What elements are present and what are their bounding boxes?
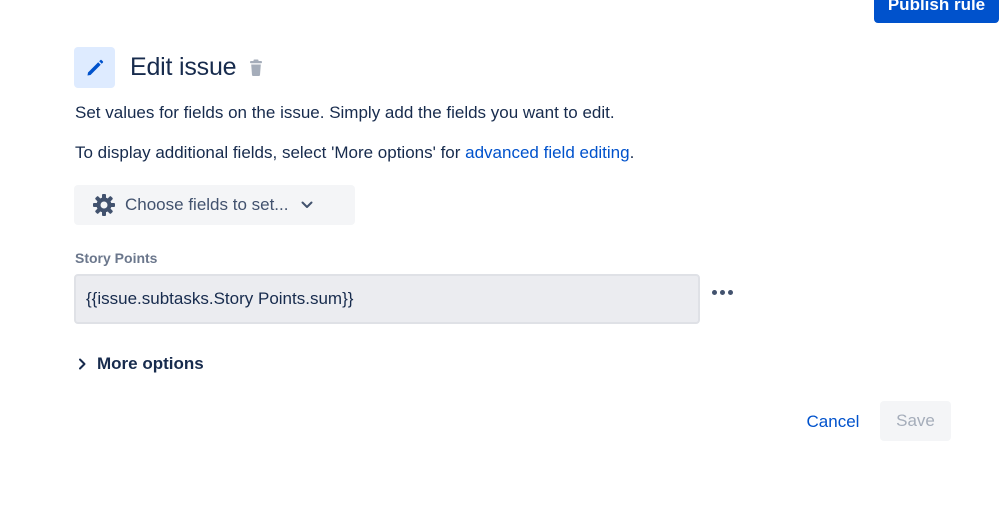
pencil-icon (87, 59, 103, 75)
advanced-hint-prefix: To display additional fields, select 'Mo… (75, 143, 466, 162)
choose-fields-button[interactable]: Choose fields to set... (74, 185, 355, 225)
chevron-down-icon (301, 201, 313, 209)
action-header: Edit issue (74, 47, 264, 88)
publish-rule-button[interactable]: Publish rule (874, 0, 999, 23)
action-description: Set values for fields on the issue. Simp… (75, 103, 615, 122)
action-icon-tile (74, 47, 115, 88)
dot (712, 290, 717, 295)
more-options-toggle[interactable]: More options (77, 354, 204, 374)
advanced-hint-suffix: . (629, 143, 635, 162)
dot (728, 290, 733, 295)
story-points-input[interactable] (74, 274, 700, 324)
chevron-right-icon (79, 358, 86, 370)
cancel-button[interactable]: Cancel (795, 402, 871, 442)
dot (720, 290, 725, 295)
save-button[interactable]: Save (880, 401, 951, 441)
more-options-label: More options (97, 354, 204, 373)
advanced-field-editing-link[interactable]: advanced field editing (465, 143, 629, 162)
story-points-label: Story Points (75, 250, 158, 266)
action-title: Edit issue (130, 53, 237, 81)
advanced-editing-hint: To display additional fields, select 'Mo… (75, 143, 634, 163)
more-actions-icon[interactable] (710, 288, 735, 297)
gear-icon (93, 194, 115, 216)
choose-fields-label: Choose fields to set... (125, 195, 289, 214)
trash-icon[interactable] (248, 59, 264, 77)
